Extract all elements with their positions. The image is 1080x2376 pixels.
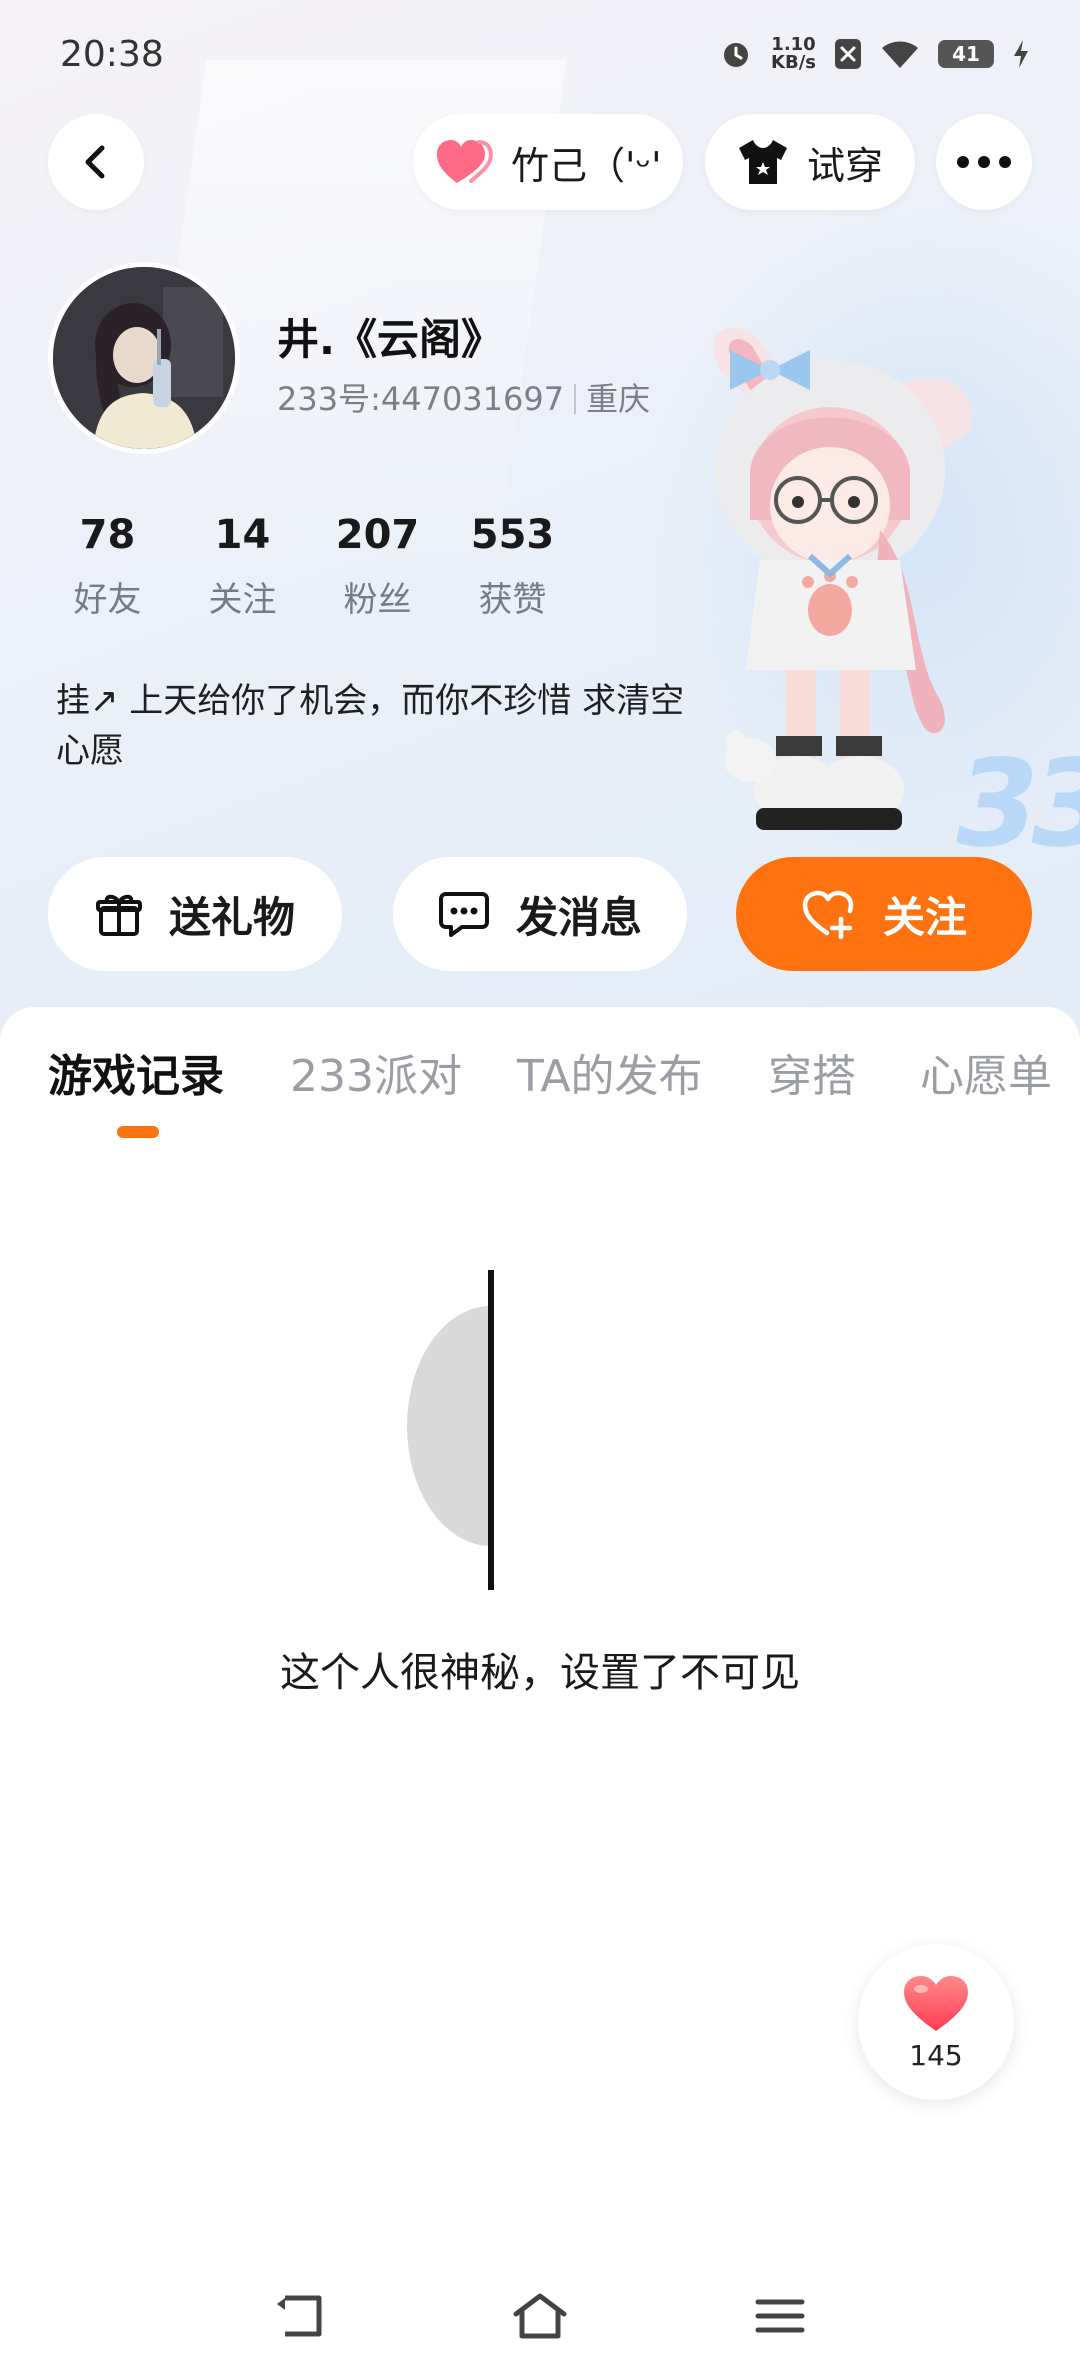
user-location: 重庆 [586,380,651,418]
avatar[interactable] [48,262,240,454]
profile-bio: 挂↗ 上天给你了机会，而你不珍惜 求清空心愿 [56,681,685,771]
back-button[interactable] [48,114,144,210]
nav-back-button[interactable] [264,2280,336,2352]
home-icon [513,2293,567,2339]
stat-label: 关注 [208,580,277,620]
follow-button[interactable]: 关注 [736,857,1032,971]
heart-icon [437,140,494,183]
notification-x-icon [835,39,861,69]
status-time: 20:38 [60,34,164,75]
more-options-button[interactable] [936,114,1032,210]
stat-value: 14 [214,512,271,558]
user-id: 233号:447031697 [277,380,565,418]
like-button[interactable]: 145 [858,1944,1014,2100]
back-arrow-icon [85,145,105,179]
empty-state-illustration [407,1270,494,1590]
tab-game-records[interactable]: 游戏记录 [48,1040,224,1104]
status-icons: 1.10 KB/s 41 [719,36,1030,72]
status-bar: 20:38 1.10 KB/s 41 [0,0,1080,110]
battery-indicator: 41 [938,40,994,68]
alarm-icon [724,43,749,67]
more-dots-icon [957,156,1011,168]
menu-icon [755,2299,805,2333]
gift-icon [95,894,142,936]
stat-friends[interactable]: 78 好友 [40,512,175,621]
tshirt-icon [739,140,787,184]
decorative-233-logo: 33 [942,735,1080,874]
tab-active-indicator [117,1126,159,1138]
back-icon [277,2295,322,2337]
tab-posts[interactable]: TA的发布 [517,1040,703,1104]
heart-plus-icon [802,890,854,939]
like-count: 145 [909,2038,963,2072]
charging-icon [1014,40,1028,68]
avatar-photo [53,267,235,449]
heart-icon [904,1975,968,2031]
tab-outfits[interactable]: 穿搭 [768,1040,856,1104]
try-on-label: 试穿 [807,143,884,188]
tab-wishlist[interactable]: 心愿单 [920,1040,1052,1104]
user-id-line: 233号:447031697 重庆 [277,374,650,420]
nav-menu-button[interactable] [744,2280,816,2352]
send-gift-button[interactable]: 送礼物 [48,857,342,971]
nickname-pill[interactable]: 竹己（'ᵕ' [413,114,683,210]
divider [574,384,577,414]
wifi-icon [882,41,918,68]
stat-likes[interactable]: 553 获赞 [445,512,580,621]
profile-tabs: 游戏记录 233派对 TA的发布 穿搭 心愿单 [0,1040,1080,1150]
profile-stats: 78 好友 14 关注 207 粉丝 553 获赞 [40,512,580,621]
nickname-label: 竹己（'ᵕ' [511,143,662,188]
username: 井.《云阁》 [277,315,503,364]
send-message-label: 发消息 [515,892,642,942]
send-message-button[interactable]: 发消息 [393,857,687,971]
stat-fans[interactable]: 207 粉丝 [310,512,445,621]
network-speed: 1.10 KB/s [771,34,816,73]
nav-home-button[interactable] [504,2280,576,2352]
stat-label: 获赞 [478,580,547,620]
try-on-button[interactable]: 试穿 [705,114,915,210]
follow-label: 关注 [882,892,967,942]
stat-label: 粉丝 [343,580,412,620]
stat-value: 207 [335,512,420,558]
system-navigation-bar [0,2240,1080,2376]
stat-label: 好友 [73,580,142,620]
chat-bubble-icon [438,892,489,937]
empty-state-text: 这个人很神秘，设置了不可见 [280,1650,800,1696]
send-gift-label: 送礼物 [168,892,295,942]
tab-233-party[interactable]: 233派对 [290,1040,462,1104]
stat-following[interactable]: 14 关注 [175,512,310,621]
stat-value: 553 [470,512,555,558]
stat-value: 78 [79,512,136,558]
